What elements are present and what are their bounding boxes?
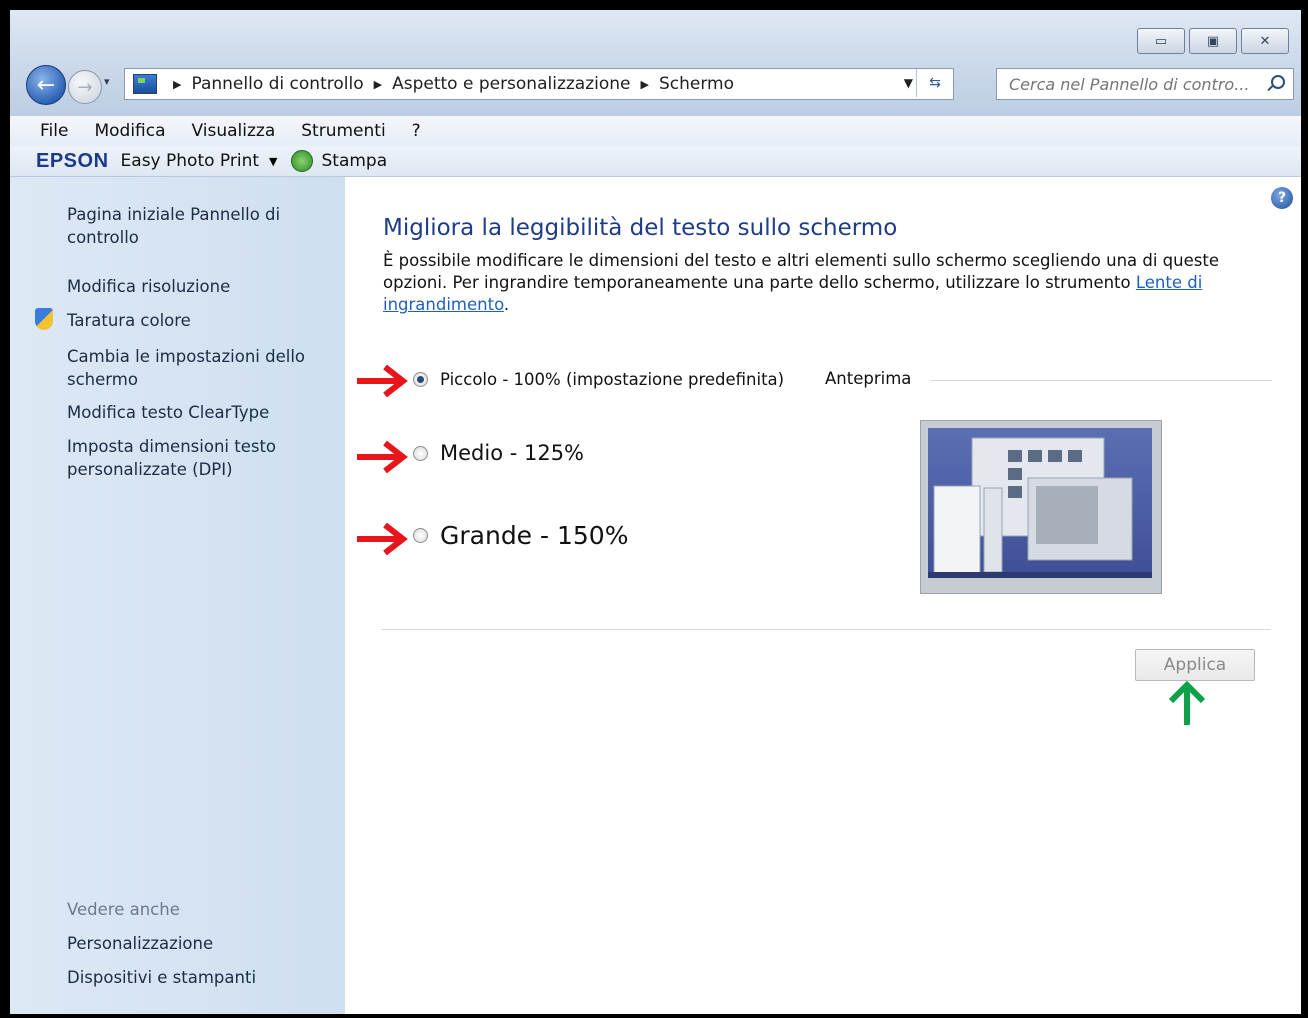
forward-button[interactable]: → <box>68 70 102 104</box>
chevron-right-icon[interactable]: ▶ <box>374 78 382 91</box>
sidebar-item-control-panel-home[interactable]: Pagina iniziale Pannello di controllo <box>67 203 327 249</box>
help-icon[interactable]: ? <box>1271 187 1293 209</box>
maximize-button[interactable]: ▣ <box>1189 28 1237 54</box>
sidebar-item-calibrate-color[interactable]: Taratura colore <box>67 309 327 332</box>
red-arrow-icon <box>357 440 408 474</box>
sidebar-item-change-resolution[interactable]: Modifica risoluzione <box>67 275 327 298</box>
minimize-button[interactable]: ▭ <box>1137 28 1185 54</box>
chevron-right-icon[interactable]: ▶ <box>641 78 649 91</box>
preview-label: Anteprima <box>825 369 912 388</box>
green-arrow-icon <box>1168 680 1206 725</box>
breadcrumb-display[interactable]: Schermo <box>659 74 734 94</box>
radio-large[interactable] <box>413 528 428 543</box>
refresh-icon: ⇆ <box>929 75 941 91</box>
minimize-icon: ▭ <box>1154 33 1168 49</box>
sidebar-item-display-settings[interactable]: Cambia le impostazioni dello schermo <box>67 345 327 391</box>
main-content: ? Migliora la leggibilità del testo sull… <box>345 177 1301 1014</box>
preview-image <box>920 420 1162 594</box>
breadcrumb-appearance[interactable]: Aspetto e personalizzazione <box>392 74 630 94</box>
see-also-heading: Vedere anche <box>67 900 180 919</box>
description-end: . <box>503 295 510 314</box>
print-icon[interactable] <box>291 150 314 172</box>
recent-pages-dropdown[interactable]: ▾ <box>104 75 110 88</box>
epson-toolbar: EPSON Easy Photo Print ▼ Stampa <box>10 146 1301 177</box>
title-bar: ▭ ▣ ✕ ← → ▾ ▶ Pannello di controllo ▶ As… <box>10 10 1301 118</box>
option-small-label: Piccolo - 100% (impostazione predefinita… <box>440 370 785 389</box>
search-box <box>996 68 1294 100</box>
option-small[interactable]: Piccolo - 100% (impostazione predefinita… <box>413 370 784 389</box>
option-large-label: Grande - 150% <box>440 521 629 550</box>
navigation-row: ← → ▾ ▶ Pannello di controllo ▶ Aspetto … <box>24 65 1294 105</box>
preview-windows-illustration <box>928 437 1152 578</box>
chevron-down-icon[interactable]: ▼ <box>269 155 277 168</box>
radio-small[interactable] <box>413 372 428 387</box>
chevron-right-icon[interactable]: ▶ <box>173 78 181 91</box>
epson-logo: EPSON <box>36 149 109 172</box>
control-panel-window: ▭ ▣ ✕ ← → ▾ ▶ Pannello di controllo ▶ As… <box>10 10 1301 1014</box>
easy-photo-print-button[interactable]: Easy Photo Print <box>121 151 259 171</box>
close-icon: ✕ <box>1259 33 1271 49</box>
menu-file[interactable]: File <box>40 121 68 141</box>
page-description: È possibile modificare le dimensioni del… <box>383 250 1263 316</box>
caption-buttons: ▭ ▣ ✕ <box>1137 28 1289 54</box>
radio-medium[interactable] <box>413 445 428 461</box>
sidebar: Pagina iniziale Pannello di controllo Mo… <box>10 177 345 1014</box>
sidebar-item-cleartype[interactable]: Modifica testo ClearType <box>67 401 327 424</box>
menu-tools[interactable]: Strumenti <box>301 121 385 141</box>
option-medium[interactable]: Medio - 125% <box>413 441 584 465</box>
address-dropdown-icon[interactable]: ▼ <box>904 76 913 90</box>
description-text: È possibile modificare le dimensioni del… <box>383 251 1219 292</box>
forward-arrow-icon: → <box>77 76 93 98</box>
option-medium-label: Medio - 125% <box>440 441 585 465</box>
breadcrumb-control-panel[interactable]: Pannello di controllo <box>191 74 363 94</box>
shield-icon <box>35 308 53 330</box>
maximize-icon: ▣ <box>1206 33 1220 49</box>
search-icon[interactable] <box>1271 75 1285 89</box>
red-arrow-icon <box>357 364 408 398</box>
page-title: Migliora la leggibilità del testo sullo … <box>383 215 898 241</box>
search-input[interactable] <box>1007 73 1261 95</box>
menu-bar: File Modifica Visualizza Strumenti ? <box>10 116 1301 146</box>
print-button[interactable]: Stampa <box>321 151 387 171</box>
back-arrow-icon: ← <box>36 72 56 98</box>
menu-help[interactable]: ? <box>412 121 421 141</box>
preview-screen <box>928 428 1152 578</box>
menu-view[interactable]: Visualizza <box>192 121 276 141</box>
preview-divider <box>930 380 1272 381</box>
control-panel-icon <box>133 74 157 94</box>
sidebar-item-custom-dpi[interactable]: Imposta dimensioni testo personalizzate … <box>67 435 327 481</box>
option-large[interactable]: Grande - 150% <box>413 521 628 550</box>
address-bar[interactable]: ▶ Pannello di controllo ▶ Aspetto e pers… <box>124 68 954 100</box>
sidebar-item-devices-printers[interactable]: Dispositivi e stampanti <box>67 966 327 989</box>
apply-button[interactable]: Applica <box>1135 649 1255 681</box>
menu-edit[interactable]: Modifica <box>94 121 165 141</box>
sidebar-item-personalization[interactable]: Personalizzazione <box>67 932 327 955</box>
back-button[interactable]: ← <box>26 65 66 105</box>
section-divider <box>381 629 1271 630</box>
red-arrow-icon <box>357 522 408 556</box>
refresh-button[interactable]: ⇆ <box>916 69 953 97</box>
close-button[interactable]: ✕ <box>1241 28 1289 54</box>
